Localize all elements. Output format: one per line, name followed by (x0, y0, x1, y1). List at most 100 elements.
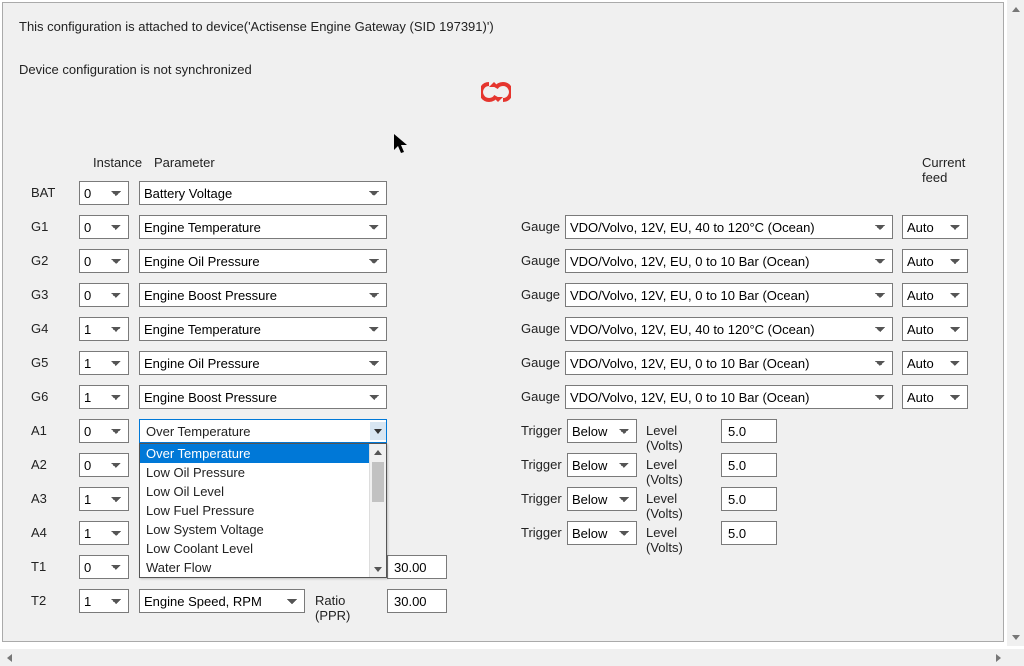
row-label-bat: BAT (31, 185, 75, 200)
row-label-g2: G2 (31, 253, 75, 268)
instance-select-t2[interactable]: 1 (79, 589, 129, 613)
gauge-select-g2[interactable]: VDO/Volvo, 12V, EU, 0 to 10 Bar (Ocean) (565, 249, 893, 273)
chevron-down-icon[interactable] (370, 422, 386, 440)
level-input-a2[interactable] (721, 453, 777, 477)
instance-select-bat[interactable]: 0 (79, 181, 129, 205)
gauge-select-g4[interactable]: VDO/Volvo, 12V, EU, 40 to 120°C (Ocean) (565, 317, 893, 341)
instance-select-a4[interactable]: 1 (79, 521, 129, 545)
gauge-select-g6[interactable]: VDO/Volvo, 12V, EU, 0 to 10 Bar (Ocean) (565, 385, 893, 409)
feed-select-g1[interactable]: Auto (902, 215, 968, 239)
instance-select-g4[interactable]: 1 (79, 317, 129, 341)
trigger-label-a4: Trigger (521, 525, 562, 540)
dropdown-scrollbar[interactable] (369, 444, 386, 577)
vertical-scrollbar[interactable] (1007, 0, 1024, 646)
scroll-up-icon[interactable] (370, 444, 386, 460)
parameter-dropdown-list-a1[interactable]: Over Temperature Low Oil Pressure Low Oi… (139, 443, 387, 578)
config-attached-text: This configuration is attached to device… (19, 19, 987, 34)
gauge-select-g1[interactable]: VDO/Volvo, 12V, EU, 40 to 120°C (Ocean) (565, 215, 893, 239)
row-label-a1: A1 (31, 423, 75, 438)
dropdown-option[interactable]: Low System Voltage (140, 520, 386, 539)
instance-select-g1[interactable]: 0 (79, 215, 129, 239)
parameter-select-g4[interactable]: Engine Temperature (139, 317, 387, 341)
trigger-select-a1[interactable]: Below (567, 419, 637, 443)
parameter-select-bat[interactable]: Battery Voltage (139, 181, 387, 205)
sync-status-text: Device configuration is not synchronized (19, 62, 252, 77)
parameter-select-a1-value: Over Temperature (146, 424, 251, 439)
gauge-label-g5: Gauge (521, 355, 560, 370)
column-header-current-feed: Current feed (922, 155, 965, 185)
horizontal-scrollbar[interactable] (0, 649, 1007, 666)
parameter-select-g5[interactable]: Engine Oil Pressure (139, 351, 387, 375)
trigger-select-a2[interactable]: Below (567, 453, 637, 477)
instance-select-g6[interactable]: 1 (79, 385, 129, 409)
gauge-label-g6: Gauge (521, 389, 560, 404)
dropdown-option[interactable]: Water Flow (140, 558, 386, 577)
parameter-select-a1[interactable]: Over Temperature (139, 419, 387, 443)
instance-select-g3[interactable]: 0 (79, 283, 129, 307)
row-label-a4: A4 (31, 525, 75, 540)
ratio-input-t1[interactable] (387, 555, 447, 579)
row-label-a3: A3 (31, 491, 75, 506)
dropdown-option[interactable]: Low Oil Level (140, 482, 386, 501)
parameter-select-t2[interactable]: Engine Speed, RPM (139, 589, 305, 613)
level-label-a2: Level (Volts) (646, 457, 683, 487)
gauge-select-g5[interactable]: VDO/Volvo, 12V, EU, 0 to 10 Bar (Ocean) (565, 351, 893, 375)
feed-select-g5[interactable]: Auto (902, 351, 968, 375)
feed-select-g6[interactable]: Auto (902, 385, 968, 409)
scroll-down-icon[interactable] (370, 561, 386, 577)
level-input-a3[interactable] (721, 487, 777, 511)
row-label-g6: G6 (31, 389, 75, 404)
parameter-select-g6[interactable]: Engine Boost Pressure (139, 385, 387, 409)
scrollbar-corner (1007, 649, 1024, 666)
trigger-label-a2: Trigger (521, 457, 562, 472)
scroll-right-icon[interactable] (989, 649, 1007, 666)
parameter-select-g2[interactable]: Engine Oil Pressure (139, 249, 387, 273)
instance-select-g2[interactable]: 0 (79, 249, 129, 273)
parameter-select-g3[interactable]: Engine Boost Pressure (139, 283, 387, 307)
instance-select-a2[interactable]: 0 (79, 453, 129, 477)
mouse-cursor-icon (393, 133, 411, 160)
scroll-down-icon[interactable] (1007, 628, 1024, 646)
gauge-label-g4: Gauge (521, 321, 560, 336)
feed-select-g3[interactable]: Auto (902, 283, 968, 307)
dropdown-option[interactable]: Low Oil Pressure (140, 463, 386, 482)
sync-icon[interactable] (481, 81, 511, 106)
row-label-g1: G1 (31, 219, 75, 234)
column-header-parameter: Parameter (154, 155, 215, 170)
level-input-a1[interactable] (721, 419, 777, 443)
gauge-label-g1: Gauge (521, 219, 560, 234)
feed-select-g2[interactable]: Auto (902, 249, 968, 273)
trigger-label-a1: Trigger (521, 423, 562, 438)
level-input-a4[interactable] (721, 521, 777, 545)
ratio-input-t2[interactable] (387, 589, 447, 613)
row-label-t1: T1 (31, 559, 75, 574)
scroll-up-icon[interactable] (1007, 0, 1024, 18)
row-label-a2: A2 (31, 457, 75, 472)
parameter-select-g1[interactable]: Engine Temperature (139, 215, 387, 239)
dropdown-option[interactable]: Low Coolant Level (140, 539, 386, 558)
instance-select-a1[interactable]: 0 (79, 419, 129, 443)
row-label-g5: G5 (31, 355, 75, 370)
feed-select-g4[interactable]: Auto (902, 317, 968, 341)
row-label-g4: G4 (31, 321, 75, 336)
row-label-t2: T2 (31, 593, 75, 608)
level-label-a4: Level (Volts) (646, 525, 683, 555)
gauge-select-g3[interactable]: VDO/Volvo, 12V, EU, 0 to 10 Bar (Ocean) (565, 283, 893, 307)
instance-select-t1[interactable]: 0 (79, 555, 129, 579)
row-label-g3: G3 (31, 287, 75, 302)
level-label-a3: Level (Volts) (646, 491, 683, 521)
instance-select-g5[interactable]: 1 (79, 351, 129, 375)
gauge-label-g2: Gauge (521, 253, 560, 268)
trigger-select-a3[interactable]: Below (567, 487, 637, 511)
column-header-instance: Instance (93, 155, 142, 170)
gauge-label-g3: Gauge (521, 287, 560, 302)
trigger-label-a3: Trigger (521, 491, 562, 506)
scroll-thumb[interactable] (372, 462, 384, 502)
ratio-label-t2: Ratio (PPR) (315, 593, 350, 623)
level-label-a1: Level (Volts) (646, 423, 683, 453)
trigger-select-a4[interactable]: Below (567, 521, 637, 545)
dropdown-option[interactable]: Low Fuel Pressure (140, 501, 386, 520)
instance-select-a3[interactable]: 1 (79, 487, 129, 511)
scroll-left-icon[interactable] (0, 649, 18, 666)
dropdown-option[interactable]: Over Temperature (140, 444, 386, 463)
